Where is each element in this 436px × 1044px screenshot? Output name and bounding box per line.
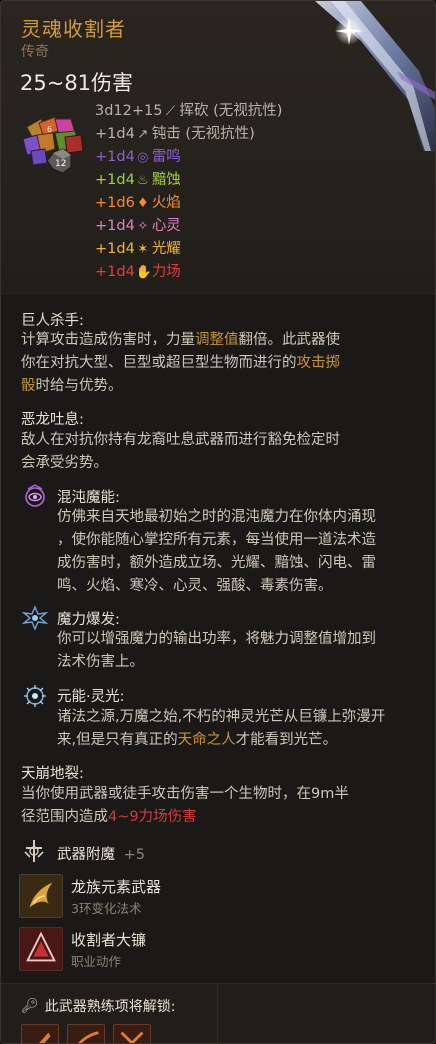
item-name: 灵魂收割者	[21, 17, 126, 41]
damage-row: +1d6 ♦ 火焰	[95, 192, 282, 215]
keyword-chosen-one[interactable]: 天命之人	[178, 732, 236, 748]
section-text-chaos-magic: 仿佛来自天地最初始之时的混沌魔力在你体内涌现 ，使你能随心掌控所有元素，每当使用…	[57, 509, 376, 594]
section-title-chaos-magic: 混沌魔能:	[57, 490, 120, 506]
magic-burst-icon	[22, 605, 48, 631]
dice-badge-label: 12	[55, 159, 66, 169]
acid-icon: ♨	[136, 173, 149, 188]
keyword-attack-roll-cont[interactable]: 骰	[21, 378, 36, 394]
keyword-modifier[interactable]: 调整值	[195, 332, 239, 348]
key-icon: 🔑︎	[21, 998, 39, 1014]
dragon-weapon-icon	[19, 874, 63, 918]
damage-row: +1d4 ♨ 黯蚀	[95, 169, 282, 192]
item-tooltip: 灵魂收割者 传奇 25~81伤害 6 12 3d12+15 ⟋ 挥砍 (无视抗性…	[0, 0, 436, 1044]
proficiency-unlock-label: 此武器熟练项将解锁:	[44, 999, 176, 1015]
keyword-attack-roll[interactable]: 攻击掷	[297, 355, 341, 371]
damage-type: 黯蚀	[151, 172, 181, 188]
thunder-icon: ◎	[137, 150, 149, 165]
damage-dice-icon: 6 12	[22, 116, 84, 174]
ability-name: 收割者大镰	[71, 931, 147, 949]
damage-dice: 3d12+15	[95, 103, 163, 119]
slash-icon: ⟋	[165, 104, 176, 119]
bludgeon-icon: ↗	[137, 127, 149, 142]
damage-dice: +1d4	[95, 172, 135, 188]
weapon-scythe-image	[315, 1, 435, 151]
ability-dragon-weapon[interactable]: 龙族元素武器 3环变化法术	[19, 874, 419, 918]
damage-type: 光耀	[151, 241, 181, 257]
section-title-earthquake: 天崩地裂:	[21, 766, 84, 782]
force-icon: ✋	[135, 265, 152, 280]
ability-name: 龙族元素武器	[71, 878, 162, 896]
section-title-giant-slayer: 巨人杀手:	[21, 313, 84, 329]
weapon-enchant-icon	[24, 840, 44, 862]
fire-icon: ♦	[136, 196, 149, 211]
weapon-enchant-label: 武器附魔	[57, 847, 115, 863]
ability-subtitle: 3环变化法术	[71, 901, 142, 916]
chaos-magic-icon	[25, 484, 45, 507]
damage-type: 钝击 (无视抗性)	[151, 126, 255, 142]
damage-row: 3d12+15 ⟋ 挥砍 (无视抗性)	[95, 100, 282, 123]
damage-dice: +1d6	[95, 195, 135, 211]
damage-breakdown: 3d12+15 ⟋ 挥砍 (无视抗性) +1d4 ↗ 钝击 (无视抗性) +1d…	[95, 100, 282, 284]
weapon-enchant-row: 武器附魔 +5	[57, 843, 145, 864]
section-text-dragon-breath: 敌人在对抗你持有龙裔吐息武器而进行豁免检定时 会承受劣势。	[21, 432, 340, 471]
ability-reaper-scythe[interactable]: 收割者大镰 职业动作	[19, 927, 419, 971]
section-title-dragon-breath: 恶龙吐息:	[21, 412, 84, 428]
damage-type: 火焰	[151, 195, 181, 211]
weapon-enchant-value: +5	[123, 847, 145, 863]
damage-row: +1d4 ✶ 光耀	[95, 238, 282, 261]
tooltip-body: 巨人杀手: 计算攻击造成伤害时，力量调整值翻倍。此武器使 你在对抗大型、巨型或超…	[1, 293, 435, 983]
proficiency-slot-1[interactable]	[21, 1024, 59, 1043]
section-text-magic-burst: 你可以增强魔力的输出功率，将魅力调整值增加到 法术伤害上。	[57, 631, 376, 670]
damage-row: +1d4 ↗ 钝击 (无视抗性)	[95, 123, 282, 146]
section-title-elemental-light: 元能·灵光:	[57, 689, 125, 705]
damage-row: +1d4 ✧ 心灵	[95, 215, 282, 238]
tooltip-header: 灵魂收割者 传奇 25~81伤害 6 12 3d12+15 ⟋ 挥砍 (无视抗性…	[1, 1, 435, 293]
proficiency-slot-3[interactable]	[113, 1024, 151, 1043]
damage-type: 挥砍 (无视抗性)	[179, 103, 283, 119]
damage-total: 25~81伤害	[20, 71, 134, 95]
elemental-light-icon	[24, 685, 46, 707]
damage-type: 心灵	[151, 218, 181, 234]
damage-type: 力场	[151, 264, 181, 280]
damage-dice: +1d4	[95, 264, 135, 280]
section-title-magic-burst: 魔力爆发:	[57, 612, 120, 628]
damage-type: 雷鸣	[151, 149, 181, 165]
footer-divider	[217, 984, 218, 1043]
section-text-elemental-light: 诸法之源,万魔之始,不朽的神灵光芒从巨镰上弥漫开 来,但是只有真正的天命之人才能…	[57, 709, 386, 748]
keyword-force-damage[interactable]: 4~9力场伤害	[108, 809, 197, 825]
proficiency-slot-2[interactable]	[67, 1024, 105, 1043]
damage-dice: +1d4	[95, 149, 135, 165]
ability-subtitle: 职业动作	[71, 954, 122, 969]
damage-dice: +1d4	[95, 218, 135, 234]
section-text-earthquake: 当你使用武器或徒手攻击伤害一个生物时，在9m半 径范围内造成4~9力场伤害	[21, 786, 349, 825]
tooltip-footer: 🔑︎ 此武器熟练项将解锁:	[1, 983, 435, 1043]
item-rarity: 传奇	[21, 44, 49, 60]
proficiency-unlock: 🔑︎ 此武器熟练项将解锁:	[21, 996, 176, 1016]
dice-small-label: 6	[47, 125, 52, 134]
damage-row: +1d4 ◎ 雷鸣	[95, 146, 282, 169]
psychic-icon: ✧	[137, 219, 149, 234]
radiant-icon: ✶	[137, 242, 149, 257]
damage-dice: +1d4	[95, 241, 135, 257]
section-text-giant-slayer: 计算攻击造成伤害时，力量调整值翻倍。此武器使 你在对抗大型、巨型或超巨型生物而进…	[21, 332, 341, 394]
damage-dice: +1d4	[95, 126, 135, 142]
reaper-scythe-icon	[19, 927, 63, 971]
damage-row: +1d4 ✋ 力场	[95, 261, 282, 284]
